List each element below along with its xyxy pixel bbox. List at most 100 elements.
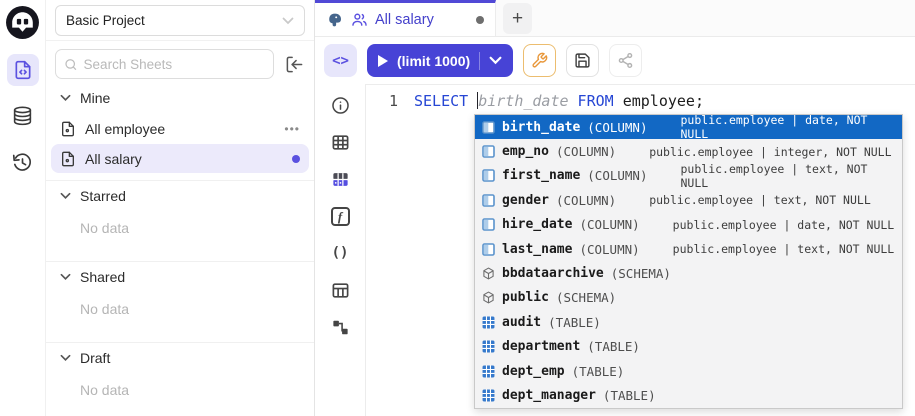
line-number: 1 (366, 92, 398, 110)
run-query-button[interactable]: (limit 1000) (367, 44, 513, 77)
empty-placeholder: No data (46, 211, 314, 254)
sheet-item-all-employee[interactable]: All employee ••• (51, 114, 309, 143)
suggestion-name: department (502, 339, 580, 354)
table-grid-icon (331, 133, 350, 152)
strip-item-variables[interactable]: () (329, 242, 351, 264)
strip-item-preview-table[interactable] (329, 168, 351, 190)
column-icon (482, 121, 495, 134)
suggestion-kind: (TABLE) (603, 388, 656, 403)
history-clock-icon (12, 152, 33, 173)
suggestion-kind: (COLUMN) (579, 217, 639, 232)
shared-users-icon (351, 11, 368, 28)
suggestion-kind: (COLUMN) (579, 242, 639, 257)
share-button[interactable] (609, 44, 642, 77)
rail-item-database[interactable] (7, 100, 39, 132)
rail-item-history[interactable] (7, 146, 39, 178)
database-icon (12, 106, 33, 127)
search-sheets-input[interactable] (84, 57, 265, 72)
play-icon (378, 55, 388, 67)
suggestion-kind: (SCHEMA) (556, 290, 616, 305)
unsaved-dot (476, 16, 484, 24)
autocomplete-item[interactable]: hire_date (COLUMN) public.employee | dat… (475, 213, 902, 237)
format-query-button[interactable] (523, 44, 556, 77)
function-icon: f (331, 207, 350, 226)
empty-placeholder: No data (46, 292, 314, 335)
run-button-separator (479, 52, 480, 70)
chevron-down-icon[interactable] (489, 56, 502, 65)
autocomplete-item[interactable]: dept_emp (TABLE) (475, 359, 902, 383)
autocomplete-item[interactable]: public (SCHEMA) (475, 286, 902, 310)
suggestion-name: emp_no (502, 144, 549, 159)
chevron-down-icon (282, 17, 294, 25)
suggestion-kind: (TABLE) (572, 364, 625, 379)
sheet-item-label: All salary (85, 151, 142, 167)
sheet-item-all-salary[interactable]: All salary (51, 144, 309, 173)
autocomplete-item[interactable]: audit (TABLE) (475, 310, 902, 334)
editor-side-strip: f () (315, 84, 365, 416)
autocomplete-item[interactable]: last_name (COLUMN) public.employee | tex… (475, 237, 902, 261)
section-label: Draft (80, 350, 110, 366)
suggestion-name: hire_date (502, 217, 572, 232)
sidebar-section-starred[interactable]: Starred (46, 181, 314, 211)
autocomplete-item[interactable]: dept_manager (TABLE) (475, 383, 902, 407)
autocomplete-item[interactable]: birth_date (COLUMN) public.employee | da… (475, 115, 902, 139)
ghost-suggestion-text: birth_date (478, 92, 568, 110)
rail-item-sheets[interactable] (7, 54, 39, 86)
suggestion-name: gender (502, 193, 549, 208)
sidebar-section-shared[interactable]: Shared (46, 262, 314, 292)
autocomplete-item[interactable]: first_name (COLUMN) public.employee | te… (475, 164, 902, 188)
autocomplete-item[interactable]: bbdataarchive (SCHEMA) (475, 261, 902, 285)
column-icon (482, 145, 495, 158)
import-sheet-button[interactable] (281, 51, 307, 77)
strip-item-columns[interactable] (329, 131, 351, 153)
autocomplete-item[interactable]: gender (COLUMN) public.employee | text, … (475, 188, 902, 212)
project-selector[interactable]: Basic Project (55, 5, 305, 36)
chevron-down-icon (60, 354, 71, 362)
suggestion-name: public (502, 290, 549, 305)
strip-item-functions[interactable]: f (329, 205, 351, 227)
column-icon (482, 169, 495, 182)
section-label: Starred (80, 188, 126, 204)
code-text: SELECT birth_date FROM employee; (414, 92, 704, 110)
table-icon (482, 365, 495, 378)
schema-flow-icon (331, 318, 350, 337)
suggestion-detail: public.employee | text, NOT NULL (673, 242, 895, 256)
suggestion-detail: public.employee | integer, NOT NULL (649, 145, 891, 159)
suggestion-detail: public.employee | date, NOT NULL (681, 113, 896, 141)
info-icon (331, 96, 350, 115)
sheet-file-icon (60, 151, 76, 167)
colored-table-icon (331, 170, 350, 189)
sidebar-section-mine[interactable]: Mine (46, 83, 314, 113)
tab-all-salary[interactable]: All salary (315, 0, 496, 36)
sidebar: Basic Project Mine (45, 0, 315, 416)
share-icon (617, 52, 634, 69)
table-icon (482, 389, 495, 402)
new-tab-button[interactable]: + (503, 3, 532, 34)
code-view-toggle[interactable]: <> (324, 44, 357, 77)
more-icon[interactable]: ••• (284, 122, 300, 136)
wrench-icon (531, 52, 548, 69)
suggestion-detail: public.employee | text, NOT NULL (681, 162, 896, 190)
save-icon (574, 52, 591, 69)
sql-keyword: SELECT (414, 92, 477, 110)
strip-item-info[interactable] (329, 94, 351, 116)
tab-strip: All salary + (315, 0, 915, 37)
strip-item-tables[interactable] (329, 279, 351, 301)
autocomplete-item[interactable]: emp_no (COLUMN) public.employee | intege… (475, 139, 902, 163)
autocomplete-item[interactable]: department (TABLE) (475, 335, 902, 359)
tab-label: All salary (375, 12, 434, 28)
file-code-icon (13, 60, 33, 80)
project-selector-value: Basic Project (66, 13, 145, 28)
sidebar-section-draft[interactable]: Draft (46, 343, 314, 373)
suggestion-kind: (COLUMN) (556, 193, 616, 208)
suggestion-detail: public.employee | date, NOT NULL (673, 218, 895, 232)
save-button[interactable] (566, 44, 599, 77)
section-label: Shared (80, 269, 125, 285)
code-line-1: 1 SELECT birth_date FROM employee; (366, 85, 915, 110)
editor-toolbar: <> (limit 1000) (315, 37, 915, 84)
autocomplete-popup: birth_date (COLUMN) public.employee | da… (474, 114, 903, 409)
suggestion-kind: (TABLE) (548, 315, 601, 330)
strip-item-schema[interactable] (329, 316, 351, 338)
app-rail (0, 0, 45, 416)
suggestion-name: birth_date (502, 120, 580, 135)
